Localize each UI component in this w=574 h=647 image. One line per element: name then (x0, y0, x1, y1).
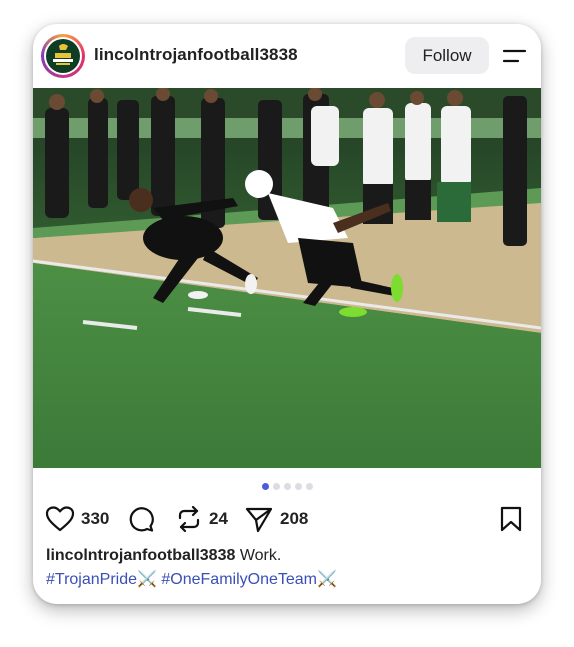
comment-action[interactable] (127, 504, 155, 534)
hashtag-link[interactable]: #OneFamilyOneTeam (161, 571, 317, 588)
trojan-football-logo-icon (46, 39, 80, 73)
repost-count: 24 (209, 509, 228, 528)
heart-icon[interactable] (45, 505, 75, 533)
like-action[interactable]: 330 (45, 504, 109, 534)
hashtag-link[interactable]: #TrojanPride (46, 571, 137, 588)
share-icon[interactable] (244, 505, 274, 533)
carousel-indicator (33, 483, 541, 491)
post-header: lincolntrojanfootball3838 Follow (33, 24, 541, 88)
crossed-swords-icon: ⚔️ (317, 571, 337, 588)
post-caption: lincolntrojanfootball3838 Work. (46, 547, 281, 565)
menu-icon[interactable] (501, 46, 527, 66)
post-username[interactable]: lincolntrojanfootball3838 (94, 45, 298, 65)
carousel-dot[interactable] (261, 483, 269, 490)
carousel-dot[interactable] (272, 483, 280, 490)
comment-icon[interactable] (127, 505, 155, 533)
save-action[interactable] (499, 504, 523, 534)
post-hashtags: #TrojanPride⚔️ #OneFamilyOneTeam⚔️ (46, 569, 337, 589)
share-count: 208 (280, 509, 309, 528)
crossed-swords-icon: ⚔️ (137, 571, 157, 588)
avatar[interactable] (41, 34, 85, 78)
follow-button[interactable]: Follow (405, 37, 489, 74)
post-actions: 330 24 208 (33, 504, 541, 534)
carousel-dot[interactable] (294, 483, 302, 490)
bookmark-icon[interactable] (499, 505, 523, 533)
carousel-dot[interactable] (283, 483, 291, 490)
caption-text: Work. (239, 547, 282, 564)
carousel-dot[interactable] (305, 483, 313, 490)
repost-action[interactable]: 24 (175, 504, 228, 534)
post-card: lincolntrojanfootball3838 Follow 330 24 … (33, 24, 541, 604)
share-action[interactable]: 208 (244, 504, 308, 534)
caption-username[interactable]: lincolntrojanfootball3838 (46, 547, 235, 564)
post-photo[interactable] (33, 88, 541, 468)
like-count: 330 (81, 509, 110, 528)
repost-icon[interactable] (175, 505, 203, 533)
